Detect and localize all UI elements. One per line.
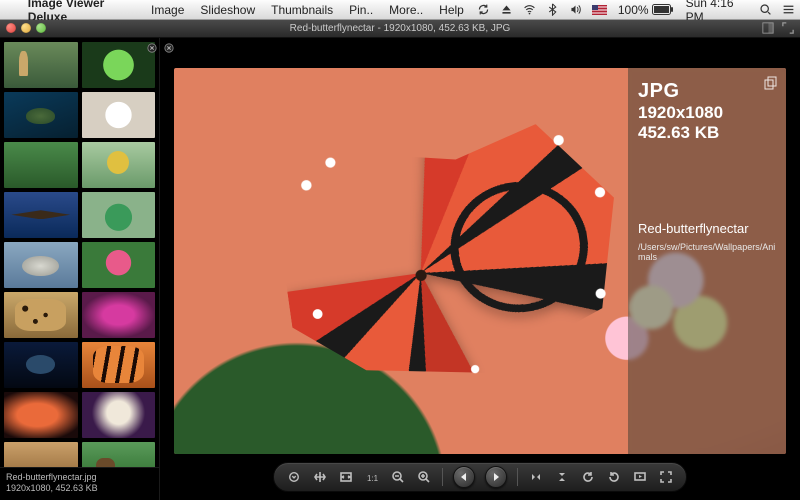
image-viewer-pane: JPG 1920x1080 452.63 KB Red-butterflynec… bbox=[160, 38, 800, 500]
flip-vertical-button[interactable] bbox=[554, 469, 570, 485]
thumbnail-lion-cubs[interactable] bbox=[4, 442, 78, 467]
mac-menubar: Image Viewer Deluxe Image Slideshow Thum… bbox=[0, 0, 800, 20]
app-window: Red-butterflynectar - 1920x1080, 452.63 … bbox=[0, 20, 800, 500]
svg-text:1:1: 1:1 bbox=[367, 474, 379, 483]
image-canvas[interactable]: JPG 1920x1080 452.63 KB Red-butterflynec… bbox=[174, 68, 786, 454]
thumbnail-horses-field[interactable] bbox=[4, 142, 78, 188]
thumbnail-snow-leopard[interactable] bbox=[4, 242, 78, 288]
menu-slideshow[interactable]: Slideshow bbox=[192, 3, 263, 17]
slideshow-button[interactable] bbox=[632, 469, 648, 485]
info-overlay-panel: JPG 1920x1080 452.63 KB Red-butterflynec… bbox=[628, 68, 786, 454]
volume-icon[interactable] bbox=[564, 3, 587, 16]
fullscreen-button[interactable] bbox=[658, 469, 674, 485]
thumbnail-sea-turtle[interactable] bbox=[4, 92, 78, 138]
menu-more[interactable]: More.. bbox=[381, 3, 431, 17]
window-minimize-button[interactable] bbox=[21, 23, 31, 33]
toolbar-menu-button[interactable] bbox=[286, 469, 302, 485]
viewer-close-button[interactable] bbox=[164, 40, 174, 58]
thumbnail-owl-purple[interactable] bbox=[82, 392, 156, 438]
info-filesize: 452.63 KB bbox=[638, 123, 776, 143]
notification-center-icon[interactable] bbox=[777, 3, 800, 16]
thumbnail-giraffes[interactable] bbox=[4, 42, 78, 88]
bluetooth-icon[interactable] bbox=[541, 3, 564, 16]
window-close-button[interactable] bbox=[6, 23, 16, 33]
fit-window-button[interactable] bbox=[338, 469, 354, 485]
thumbnail-green-parrot[interactable] bbox=[82, 192, 156, 238]
thumbnail-yellow-bird[interactable] bbox=[82, 142, 156, 188]
toolbar-separator bbox=[517, 468, 518, 486]
menu-thumbnails[interactable]: Thumbnails bbox=[263, 3, 341, 17]
info-format: JPG bbox=[638, 80, 776, 103]
menu-help[interactable]: Help bbox=[431, 3, 472, 17]
copy-info-icon[interactable] bbox=[764, 76, 778, 95]
window-zoom-button[interactable] bbox=[36, 23, 46, 33]
prev-image-button[interactable] bbox=[453, 466, 475, 488]
sidebar-footer: Red-butterflynectar.jpg 1920x1080, 452.6… bbox=[0, 467, 159, 500]
wifi-icon[interactable] bbox=[518, 3, 541, 16]
eject-icon[interactable] bbox=[495, 3, 518, 16]
menu-image[interactable]: Image bbox=[143, 3, 192, 17]
spotlight-icon[interactable] bbox=[754, 3, 777, 16]
thumbnail-dark-sea[interactable] bbox=[4, 342, 78, 388]
info-dimensions: 1920x1080 bbox=[638, 103, 776, 123]
info-filename: Red-butterflynectar bbox=[638, 221, 776, 236]
sidebar-close-button[interactable] bbox=[147, 40, 157, 58]
next-image-button[interactable] bbox=[485, 466, 507, 488]
window-title: Red-butterflynectar - 1920x1080, 452.63 … bbox=[290, 23, 511, 34]
thumbnail-white-owl[interactable] bbox=[82, 92, 156, 138]
thumbnail-boars-field[interactable] bbox=[82, 442, 156, 467]
sync-icon[interactable] bbox=[472, 3, 495, 16]
viewer-toolbar: 1:1 bbox=[273, 462, 687, 492]
pan-tool-button[interactable] bbox=[312, 469, 328, 485]
thumbnail-pink-creature[interactable] bbox=[82, 292, 156, 338]
main-image[interactable]: JPG 1920x1080 452.63 KB Red-butterflynec… bbox=[174, 68, 786, 454]
menu-pin[interactable]: Pin.. bbox=[341, 3, 381, 17]
window-titlebar[interactable]: Red-butterflynectar - 1920x1080, 452.63 … bbox=[0, 20, 800, 38]
thumbnail-eagle-sky[interactable] bbox=[4, 192, 78, 238]
thumbnail-sidebar: Red-butterflynectar.jpg 1920x1080, 452.6… bbox=[0, 38, 160, 500]
rotate-cw-button[interactable] bbox=[606, 469, 622, 485]
thumbnail-flamingo[interactable] bbox=[82, 242, 156, 288]
toggle-info-panel-icon[interactable] bbox=[762, 22, 774, 37]
actual-size-button[interactable]: 1:1 bbox=[364, 469, 380, 485]
flip-horizontal-button[interactable] bbox=[528, 469, 544, 485]
zoom-in-button[interactable] bbox=[416, 469, 432, 485]
thumbnail-red-animal[interactable] bbox=[4, 392, 78, 438]
thumbnail-scroll-area[interactable] bbox=[0, 38, 159, 467]
battery-percent-label: 100% bbox=[618, 3, 649, 17]
fullscreen-corner-icon[interactable] bbox=[782, 22, 794, 37]
input-flag-icon[interactable] bbox=[587, 5, 612, 15]
sidebar-footer-filename: Red-butterflynectar.jpg bbox=[6, 472, 153, 483]
battery-status[interactable]: 100% bbox=[612, 3, 680, 17]
info-filepath: /Users/sw/Pictures/Wallpapers/Animals bbox=[638, 242, 776, 262]
rotate-ccw-button[interactable] bbox=[580, 469, 596, 485]
thumbnail-leopard[interactable] bbox=[4, 292, 78, 338]
sidebar-footer-meta: 1920x1080, 452.63 KB bbox=[6, 483, 153, 494]
zoom-out-button[interactable] bbox=[390, 469, 406, 485]
thumbnail-tiger[interactable] bbox=[82, 342, 156, 388]
thumbnail-green-frog[interactable] bbox=[82, 42, 156, 88]
toolbar-separator bbox=[442, 468, 443, 486]
